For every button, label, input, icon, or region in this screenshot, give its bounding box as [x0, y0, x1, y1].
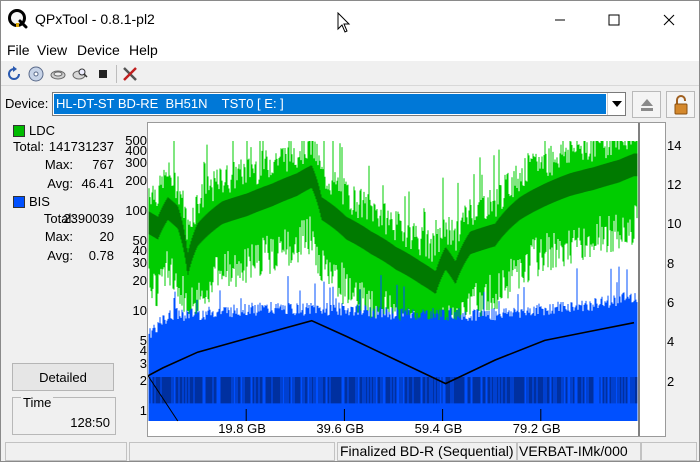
device-selected-value: HL-DT-ST BD-RE BH51N TST0 [ E: ]	[54, 94, 606, 114]
x-tick-label: 79.2 GB	[512, 421, 561, 436]
maximize-button[interactable]	[591, 1, 637, 39]
status-media-type: Finalized BD-R (Sequential)	[337, 442, 517, 461]
maximize-icon	[608, 14, 620, 26]
y-left-tick-label: 20	[132, 273, 147, 288]
stop-icon[interactable]	[94, 65, 112, 83]
y-left-tick-label: 50	[132, 233, 147, 249]
ldc-avg-value: 46.41	[81, 176, 114, 191]
y-right-tick-label: 8	[667, 255, 675, 271]
close-button[interactable]	[646, 1, 692, 39]
y-right-tick-label: 6	[667, 295, 675, 310]
menu-view[interactable]: View	[37, 42, 67, 58]
toolbar-separator	[116, 65, 117, 83]
minimize-button[interactable]	[537, 1, 583, 39]
media-info-icon[interactable]	[27, 65, 45, 83]
bis-max-value: 20	[99, 229, 114, 244]
status-cell-5	[641, 442, 697, 461]
scan-chart: 1 2 3 4 5 10 20 30 40 50 100 200 300 400 500 2 4 6 8 10 12 14…	[125, 122, 681, 437]
time-value: 128:50	[70, 415, 110, 430]
menu-device[interactable]: Device	[77, 42, 120, 58]
x-tick-label: 59.4 GB	[414, 421, 463, 436]
eject-button[interactable]	[632, 91, 661, 118]
device-row: Device: HL-DT-ST BD-RE BH51N TST0 [ E: ]	[1, 90, 699, 120]
time-group: Time 128:50	[12, 395, 116, 435]
stats-panel: LDC Total: 141731237 Max: 767 Avg: 46.41…	[1, 122, 146, 439]
ldc-total-value: 141731237	[48, 139, 114, 154]
detailed-button[interactable]: Detailed	[12, 363, 114, 391]
x-tick-label: 39.6 GB	[316, 421, 365, 436]
ldc-legend-swatch	[13, 125, 25, 137]
ldc-max-value: 767	[92, 157, 114, 172]
device-label: Device:	[5, 96, 49, 111]
status-bar: Finalized BD-R (Sequential) VERBAT-IMk/0…	[1, 442, 699, 461]
disc-scan-icon[interactable]	[49, 65, 67, 83]
lock-icon	[674, 94, 687, 114]
menu-file[interactable]: File	[7, 42, 30, 58]
mouse-cursor-icon	[337, 12, 351, 33]
time-label: Time	[21, 395, 54, 410]
lock-button[interactable]	[666, 91, 695, 118]
menu-help[interactable]: Help	[129, 42, 158, 58]
status-cell-2	[129, 442, 335, 461]
eject-icon	[640, 98, 653, 111]
menu-bar: File View Device Help	[1, 39, 699, 61]
scan-chart-svg	[148, 123, 640, 436]
bis-avg-value: 0.78	[88, 248, 114, 263]
refresh-icon[interactable]	[5, 65, 23, 83]
window-title: QPxTool - 0.8.1-pl2	[35, 11, 155, 27]
y-left-tick-label: 500	[125, 133, 147, 148]
toolbar	[1, 62, 699, 86]
y-left-tick-label: 5	[139, 333, 147, 349]
search-disc-icon[interactable]	[71, 65, 89, 83]
y-right-tick-label: 10	[667, 216, 682, 232]
close-icon	[663, 14, 675, 26]
y-right-tick-label: 12	[667, 177, 682, 192]
status-cell-1	[5, 442, 127, 461]
y-left-tick-label: 2	[139, 373, 147, 389]
bis-legend-label: BIS	[29, 194, 50, 209]
device-dropdown-button[interactable]	[607, 93, 625, 115]
minimize-icon	[555, 19, 565, 21]
app-window: QPxTool - 0.8.1-pl2 File View Device Hel…	[0, 0, 700, 462]
status-media-id: VERBAT-IMk/000	[517, 442, 641, 461]
y-left-tick-label: 10	[132, 303, 147, 319]
device-select[interactable]: HL-DT-ST BD-RE BH51N TST0 [ E: ]	[52, 92, 626, 116]
qpxtool-app-icon	[8, 9, 28, 29]
settings-tools-icon[interactable]	[121, 65, 139, 83]
y-right-tick-label: 14	[667, 137, 682, 153]
title-bar[interactable]: QPxTool - 0.8.1-pl2	[1, 1, 699, 39]
y-left-tick-label: 1	[139, 403, 147, 419]
x-tick-label: 19.8 GB	[218, 421, 266, 436]
y-right-tick-label: 2	[667, 373, 675, 389]
y-left-tick-label: 100	[125, 203, 147, 218]
chevron-down-icon	[611, 101, 622, 107]
bis-legend-swatch	[13, 196, 25, 208]
ldc-legend-label: LDC	[29, 123, 56, 138]
bis-total-value: 2390039	[63, 211, 114, 226]
y-left-tick-label: 200	[125, 172, 147, 188]
y-right-tick-label: 4	[667, 334, 675, 350]
